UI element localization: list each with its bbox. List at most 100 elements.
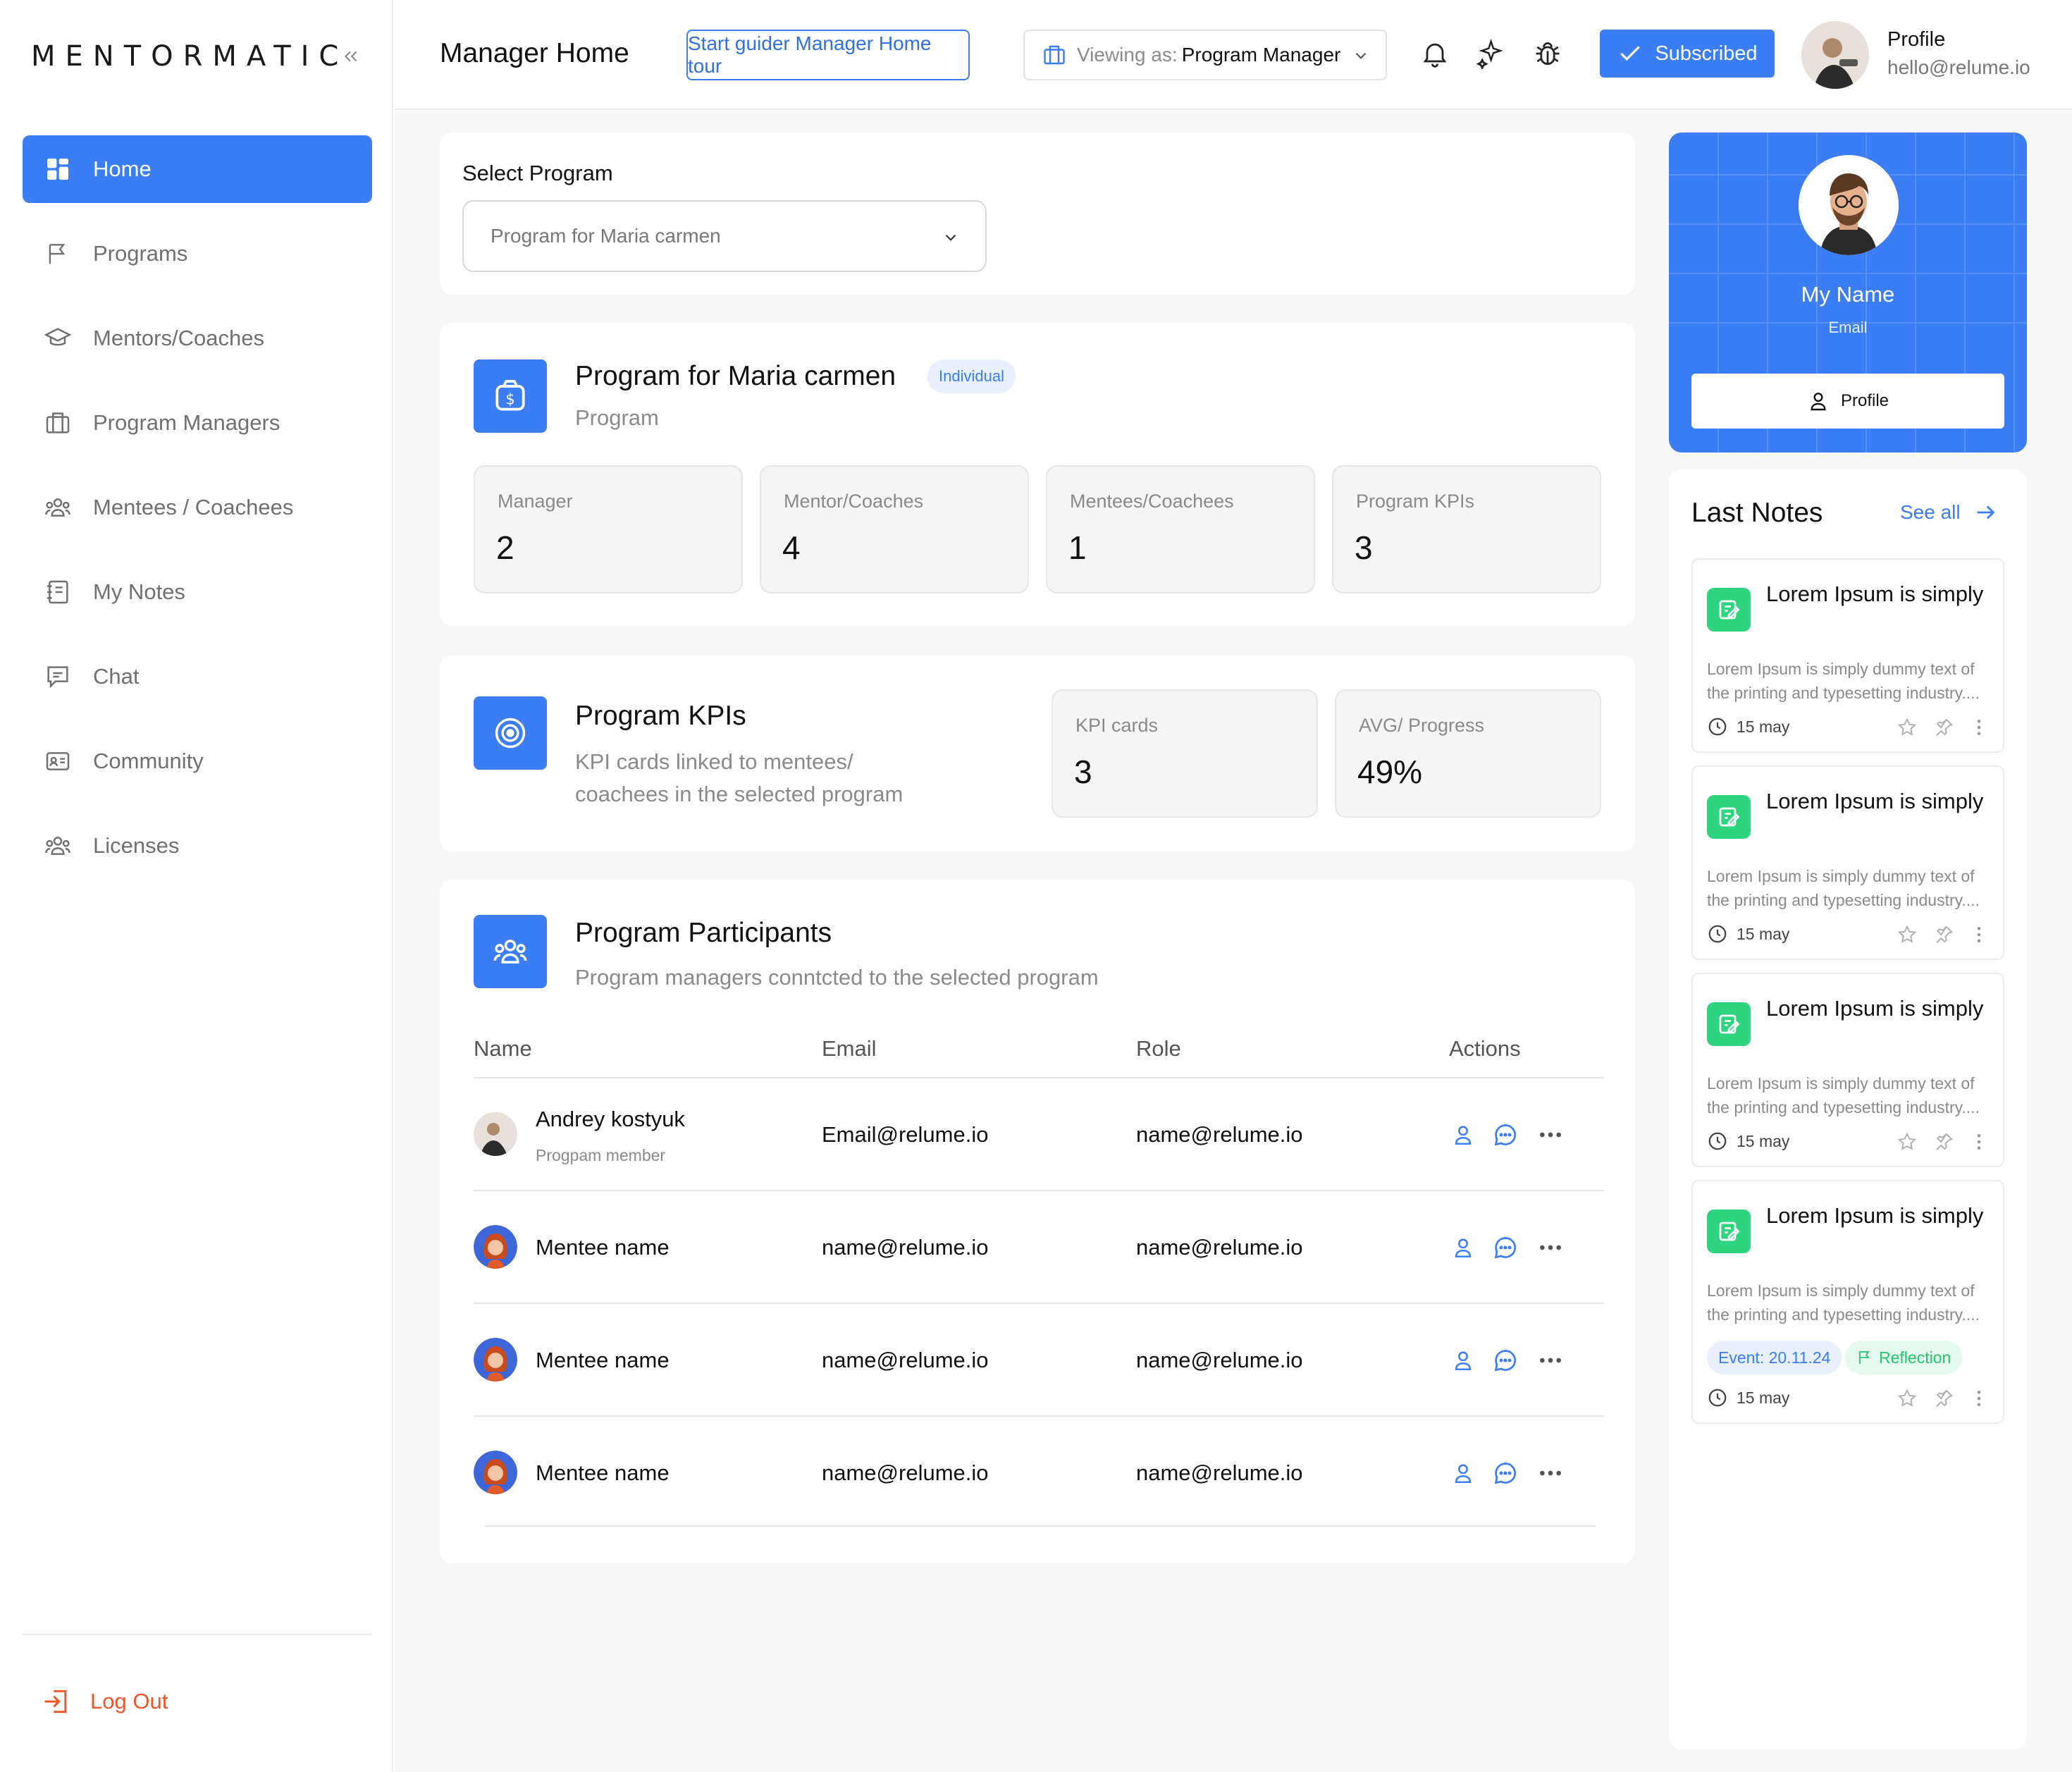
page-title: Manager Home (440, 38, 629, 68)
message-icon[interactable] (1490, 1232, 1521, 1263)
user-icon (1811, 393, 1826, 411)
edit-note-icon (1707, 1002, 1751, 1046)
select-program-label: Select Program (462, 161, 613, 185)
money-bag-icon: $ (474, 359, 547, 433)
sidebar-item-programs[interactable]: Programs (23, 220, 372, 288)
stat-card-kpi-cards: KPI cards 3 (1052, 689, 1318, 818)
subscribed-label: Subscribed (1655, 42, 1758, 65)
sidebar-item-community[interactable]: Community (23, 727, 372, 795)
event-tag: Event: 20.11.24 (1707, 1341, 1842, 1374)
user-profile-icon[interactable] (1448, 1119, 1479, 1150)
sidebar-item-label: Home (93, 156, 152, 181)
stat-label: AVG/ Progress (1359, 715, 1485, 736)
more-options-icon[interactable] (1535, 1345, 1566, 1376)
note-card[interactable]: Lorem Ipsum is simply Lorem Ipsum is sim… (1691, 558, 2004, 753)
user-profile-icon[interactable] (1448, 1345, 1479, 1376)
sidebar-item-program-managers[interactable]: Program Managers (23, 389, 372, 457)
note-body: Lorem Ipsum is simply dummy text of the … (1707, 660, 1980, 702)
logo[interactable]: MENTORMATIC (31, 40, 369, 73)
pin-icon[interactable] (1931, 1386, 1956, 1411)
column-header-actions: Actions (1449, 1036, 1521, 1061)
star-icon[interactable] (1894, 922, 1920, 947)
program-type-badge: Individual (927, 359, 1016, 393)
sidebar-item-home[interactable]: Home (23, 135, 372, 203)
kpis-title: Program KPIs (575, 701, 746, 731)
logout-button[interactable]: Log Out (39, 1685, 168, 1718)
sidebar-item-my-notes[interactable]: My Notes (23, 558, 372, 626)
note-title: Lorem Ipsum is simply (1766, 1203, 1984, 1228)
bell-icon[interactable] (1417, 35, 1453, 72)
message-icon[interactable] (1490, 1119, 1521, 1150)
start-tour-button[interactable]: Start guider Manager Home tour (686, 30, 970, 80)
see-all-link[interactable]: See all (1900, 500, 1997, 524)
pin-icon[interactable] (1931, 1129, 1956, 1155)
note-title: Lorem Ipsum is simply (1766, 582, 1984, 606)
program-title: Program for Maria carmen (575, 361, 896, 391)
program-select[interactable]: Program for Maria carmen (462, 200, 987, 272)
stat-label: KPI cards (1075, 715, 1159, 736)
star-icon[interactable] (1894, 715, 1920, 740)
clock-icon (1708, 1132, 1727, 1150)
sidebar-item-licenses[interactable]: Licenses (23, 812, 372, 880)
notebook-icon (41, 575, 75, 609)
check-icon (1620, 46, 1641, 61)
message-icon[interactable] (1490, 1458, 1521, 1489)
stat-label: Mentees/Coachees (1070, 491, 1234, 512)
participant-role-label: Progpam member (536, 1146, 666, 1164)
note-card[interactable]: Lorem Ipsum is simply Lorem Ipsum is sim… (1691, 1180, 2004, 1424)
viewing-as-label: Viewing as: (1077, 44, 1178, 66)
sidebar: MENTORMATIC Home Programs Mentors/Coache… (0, 0, 393, 1772)
view-profile-button[interactable]: Profile (1691, 374, 2004, 429)
view-profile-label: Profile (1840, 391, 1889, 410)
more-options-icon[interactable] (1535, 1119, 1566, 1150)
avatar (474, 1338, 517, 1382)
bug-icon[interactable] (1529, 35, 1566, 72)
table-row[interactable]: Mentee name name@relume.io name@relume.i… (474, 1304, 1604, 1417)
users-icon (41, 491, 75, 524)
note-body: Lorem Ipsum is simply dummy text of the … (1707, 867, 1980, 909)
profile-card: My Name Email Profile (1669, 133, 2027, 453)
avatar[interactable] (1801, 21, 1869, 89)
column-header-email: Email (822, 1036, 877, 1061)
pin-icon[interactable] (1931, 715, 1956, 740)
sidebar-item-label: Community (93, 749, 204, 773)
table-row[interactable]: Mentee name name@relume.io name@relume.i… (474, 1191, 1604, 1304)
profile-name[interactable]: Profile (1887, 28, 1945, 51)
note-card[interactable]: Lorem Ipsum is simply Lorem Ipsum is sim… (1691, 765, 2004, 960)
profile-card-name: My Name (1801, 282, 1895, 307)
star-icon[interactable] (1894, 1129, 1920, 1155)
more-options-icon[interactable] (1535, 1232, 1566, 1263)
user-profile-icon[interactable] (1448, 1458, 1479, 1489)
viewing-as-dropdown[interactable]: Viewing as: Program Manager (1023, 30, 1387, 80)
clock-icon (1708, 718, 1727, 736)
target-icon (474, 696, 547, 770)
logo-text: MENTORMATIC (31, 40, 349, 73)
participant-email: name@relume.io (822, 1460, 989, 1485)
pin-icon[interactable] (1931, 922, 1956, 947)
note-card[interactable]: Lorem Ipsum is simply Lorem Ipsum is sim… (1691, 973, 2004, 1167)
profile-card-email: Email (1828, 319, 1868, 336)
program-overview-card: $ Program for Maria carmen Individual Pr… (440, 323, 1635, 626)
more-options-icon[interactable] (1966, 922, 1992, 947)
avatar (474, 1112, 517, 1156)
user-profile-icon[interactable] (1448, 1232, 1479, 1263)
collapse-sidebar-icon[interactable] (335, 41, 366, 72)
sidebar-item-chat[interactable]: Chat (23, 643, 372, 710)
more-options-icon[interactable] (1966, 1386, 1992, 1411)
sidebar-item-mentees[interactable]: Mentees / Coachees (23, 474, 372, 541)
sparkle-icon[interactable] (1473, 35, 1510, 72)
note-body: Lorem Ipsum is simply dummy text of the … (1707, 1281, 1980, 1324)
star-icon[interactable] (1894, 1386, 1920, 1411)
note-date-text: 15 may (1737, 924, 1790, 943)
more-options-icon[interactable] (1966, 715, 1992, 740)
subscribed-button[interactable]: Subscribed (1600, 30, 1775, 78)
sidebar-item-mentors[interactable]: Mentors/Coaches (23, 304, 372, 372)
more-options-icon[interactable] (1966, 1129, 1992, 1155)
more-options-icon[interactable] (1535, 1458, 1566, 1489)
message-icon[interactable] (1490, 1345, 1521, 1376)
program-kpis-card: Program KPIs KPI cards linked to mentees… (440, 656, 1635, 851)
participant-name: Mentee name (536, 1460, 670, 1485)
table-row[interactable]: Andrey kostyuk Progpam member Email@relu… (474, 1078, 1604, 1191)
table-row[interactable]: Mentee name name@relume.io name@relume.i… (474, 1417, 1604, 1530)
chat-icon (41, 660, 75, 694)
